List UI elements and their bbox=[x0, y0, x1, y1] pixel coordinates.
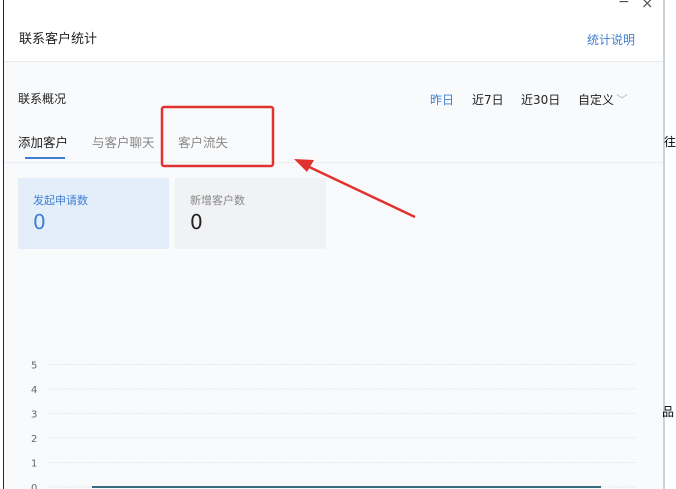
highlight-box bbox=[160, 105, 275, 168]
arrow-head bbox=[294, 159, 314, 172]
annotation-layer bbox=[160, 105, 416, 219]
arrow-shaft bbox=[304, 163, 416, 219]
